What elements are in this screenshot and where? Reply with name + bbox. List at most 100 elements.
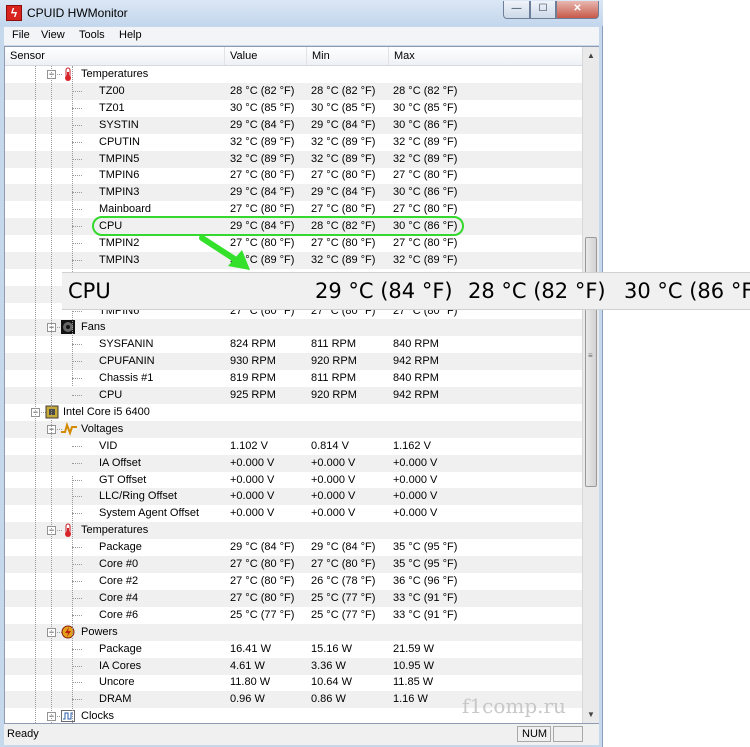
tree-connector <box>72 446 82 447</box>
sensor-min: 29 °C (84 °F) <box>311 119 376 131</box>
tree-connector <box>72 564 82 565</box>
column-max[interactable]: Max <box>389 47 582 65</box>
sensor-min: 29 °C (84 °F) <box>311 541 376 553</box>
status-panel <box>553 726 583 742</box>
sensor-row[interactable]: TMPIN3 32 °C (89 °F) 32 °C (89 °F) 32 °C (8… <box>5 252 582 269</box>
sensor-max: 28 °C (82 °F) <box>393 85 458 97</box>
sensor-name: Package <box>99 643 142 655</box>
column-sensor[interactable]: Sensor <box>5 47 225 65</box>
sensor-row[interactable]: TZ00 28 °C (82 °F) 28 °C (82 °F) 28 °C (82 … <box>5 83 582 100</box>
sensor-row[interactable]: SYSTIN 29 °C (84 °F) 29 °C (84 °F) 30 °C (8… <box>5 117 582 134</box>
tree-connector <box>72 311 82 312</box>
column-min[interactable]: Min <box>307 47 389 65</box>
scroll-up-arrow[interactable]: ▲ <box>583 47 599 64</box>
sensor-value: 4.61 W <box>230 660 265 672</box>
sensor-max: +0.000 V <box>393 490 438 502</box>
tree-connector <box>72 108 82 109</box>
sensor-min: 0.86 W <box>311 693 346 705</box>
sensor-value: 11.80 W <box>230 676 271 688</box>
tree-connector <box>72 142 82 143</box>
minimize-button[interactable]: — <box>503 1 530 19</box>
sensor-row[interactable]: Package 16.41 W 15.16 W 21.59 W <box>5 641 582 658</box>
vertical-scrollbar[interactable]: ▲ ≡ ▼ <box>582 47 599 723</box>
group-label: Temperatures <box>81 524 149 536</box>
zoom-max: 30 °C (86 °F) <box>624 279 750 303</box>
group-row[interactable]: − Voltages <box>5 421 582 438</box>
maximize-button[interactable]: ☐ <box>530 1 556 19</box>
sensor-value: 27 °C (80 °F) <box>230 169 295 181</box>
sensor-max: 36 °C (96 °F) <box>393 575 458 587</box>
sensor-row[interactable]: Core #6 25 °C (77 °F) 25 °C (77 °F) 33 °C (… <box>5 607 582 624</box>
sensor-min: 920 RPM <box>311 389 357 401</box>
sensor-row[interactable]: CPUFANIN 930 RPM 920 RPM 942 RPM <box>5 353 582 370</box>
group-row[interactable]: − Temperatures <box>5 522 582 539</box>
menu-tools[interactable]: Tools <box>79 29 105 41</box>
group-label: Fans <box>81 321 106 333</box>
tree-connector <box>72 91 82 92</box>
cpu-row-highlight <box>92 216 464 236</box>
sensor-tree-view[interactable]: Sensor Value Min Max − Temperatures TZ00 28… <box>4 46 599 724</box>
status-bar: Ready NUM <box>4 724 599 745</box>
sensor-row[interactable]: SYSFANIN 824 RPM 811 RPM 840 RPM <box>5 336 582 353</box>
sensor-name: SYSFANIN <box>99 338 154 350</box>
sensor-row[interactable]: Chassis #1 819 RPM 811 RPM 840 RPM <box>5 370 582 387</box>
tree-connector <box>72 395 82 396</box>
sensor-name: DRAM <box>99 693 132 705</box>
sensor-name: Core #2 <box>99 575 139 587</box>
group-row[interactable]: − Temperatures <box>5 66 582 83</box>
sensor-min: 27 °C (80 °F) <box>311 558 376 570</box>
title-bar[interactable]: ϟ CPUID HWMonitor — ☐ ✕ <box>0 0 603 26</box>
tree-connector <box>72 699 82 700</box>
menu-bar: File View Tools Help <box>4 27 599 45</box>
sensor-min: 811 RPM <box>311 338 357 350</box>
sensor-row[interactable]: GT Offset +0.000 V +0.000 V +0.000 V <box>5 472 582 489</box>
scroll-down-arrow[interactable]: ▼ <box>583 706 599 723</box>
zoom-value: 29 °C (84 °F) <box>315 279 453 303</box>
sensor-row[interactable]: LLC/Ring Offset +0.000 V +0.000 V +0.000 V <box>5 488 582 505</box>
sensor-row[interactable]: TMPIN6 27 °C (80 °F) 27 °C (80 °F) 27 °C (8… <box>5 167 582 184</box>
sensor-name: IA Cores <box>99 660 142 672</box>
group-row[interactable]: − Fans <box>5 319 582 336</box>
sensor-row[interactable]: Uncore 11.80 W 10.64 W 11.85 W <box>5 674 582 691</box>
sensor-row[interactable]: TMPIN3 29 °C (84 °F) 29 °C (84 °F) 30 °C (8… <box>5 184 582 201</box>
sensor-value: 25 °C (77 °F) <box>230 609 295 621</box>
column-value[interactable]: Value <box>225 47 307 65</box>
sensor-row[interactable]: Core #4 27 °C (80 °F) 25 °C (77 °F) 33 °C (… <box>5 590 582 607</box>
menu-help[interactable]: Help <box>119 29 142 41</box>
group-row[interactable]: − Powers <box>5 624 582 641</box>
sensor-row[interactable]: VID 1.102 V 0.814 V 1.162 V <box>5 438 582 455</box>
sensor-value: 32 °C (89 °F) <box>230 136 295 148</box>
sensor-row[interactable]: Core #0 27 °C (80 °F) 27 °C (80 °F) 35 °C (… <box>5 556 582 573</box>
sensor-min: 10.64 W <box>311 676 352 688</box>
menu-view[interactable]: View <box>41 29 65 41</box>
close-button[interactable]: ✕ <box>556 1 599 19</box>
tree-connector <box>72 344 82 345</box>
sensor-max: 27 °C (80 °F) <box>393 169 458 181</box>
sensor-value: 27 °C (80 °F) <box>230 203 295 215</box>
tree-guide-line <box>35 66 36 723</box>
cpu-zoom-callout: CPU 29 °C (84 °F) 28 °C (82 °F) 30 °C (8… <box>62 272 750 310</box>
menu-file[interactable]: File <box>12 29 30 41</box>
sensor-min: 920 RPM <box>311 355 357 367</box>
tree-connector <box>72 175 82 176</box>
sensor-row[interactable]: IA Offset +0.000 V +0.000 V +0.000 V <box>5 455 582 472</box>
sensor-name: SYSTIN <box>99 119 139 131</box>
tree-connector <box>72 496 82 497</box>
sensor-row[interactable]: Package 29 °C (84 °F) 29 °C (84 °F) 35 °C (… <box>5 539 582 556</box>
group-row[interactable]: − Intel Core i5 6400 <box>5 404 582 421</box>
sensor-row[interactable]: System Agent Offset +0.000 V +0.000 V +0.00… <box>5 505 582 522</box>
sensor-max: +0.000 V <box>393 507 438 519</box>
sensor-value: 819 RPM <box>230 372 276 384</box>
sensor-row[interactable]: IA Cores 4.61 W 3.36 W 10.95 W <box>5 658 582 675</box>
sensor-row[interactable]: TMPIN5 32 °C (89 °F) 32 °C (89 °F) 32 °C (8… <box>5 151 582 168</box>
sensor-value: 32 °C (89 °F) <box>230 153 295 165</box>
sensor-name: GT Offset <box>99 474 147 486</box>
status-text: Ready <box>7 728 39 740</box>
sensor-row[interactable]: CPUTIN 32 °C (89 °F) 32 °C (89 °F) 32 °C (8… <box>5 134 582 151</box>
sensor-row[interactable]: TMPIN2 27 °C (80 °F) 27 °C (80 °F) 27 °C (8… <box>5 235 582 252</box>
sensor-row[interactable]: TZ01 30 °C (85 °F) 30 °C (85 °F) 30 °C (85 … <box>5 100 582 117</box>
sensor-row[interactable]: Core #2 27 °C (80 °F) 26 °C (78 °F) 36 °C (… <box>5 573 582 590</box>
zoom-sensor-name: CPU <box>68 279 111 303</box>
sensor-name: IA Offset <box>99 457 141 469</box>
sensor-row[interactable]: CPU 925 RPM 920 RPM 942 RPM <box>5 387 582 404</box>
